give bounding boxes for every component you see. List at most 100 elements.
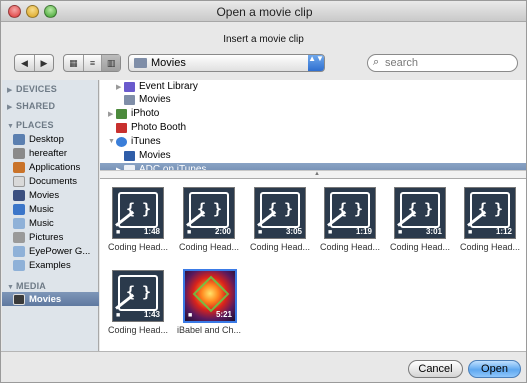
polyhedron-image	[192, 275, 230, 313]
column-view-button[interactable]: ▥	[101, 55, 120, 71]
clip-caption: Coding Head...	[389, 242, 451, 252]
tree-row-itunes[interactable]: ▼ iTunes	[100, 135, 526, 148]
media-header[interactable]: ▼ MEDIA	[7, 281, 46, 291]
folder-icon	[134, 58, 147, 68]
shared-header[interactable]: ▶ SHARED	[7, 101, 55, 111]
clip-thumbnail[interactable]: { } ■ 3:05	[254, 187, 306, 239]
sidebar-item-applications[interactable]: Applications	[13, 160, 99, 174]
forward-button[interactable]: ▶	[33, 55, 53, 71]
code-brace-icon: { }	[118, 192, 158, 228]
movies-folder-icon	[13, 189, 25, 201]
itunes-icon	[116, 136, 127, 147]
view-mode-buttons: ▦ ≡ ▥	[63, 54, 121, 72]
clip-caption: Coding Head...	[178, 242, 240, 252]
disclosure-triangle-icon[interactable]: ▶	[116, 83, 124, 91]
clip-duration: 1:43	[143, 310, 160, 319]
music-folder-icon	[13, 203, 25, 215]
search-field: ⌕	[367, 54, 518, 72]
devices-header[interactable]: ▶ DEVICES	[7, 84, 57, 94]
sidebar-item-hereafter[interactable]: hereafter	[13, 146, 99, 160]
tree-row-itunes-movies[interactable]: Movies	[100, 149, 526, 162]
navigation-buttons: ◀ ▶	[14, 54, 54, 72]
tree-row-iphoto[interactable]: ▶ iPhoto	[100, 107, 526, 120]
sidebar-item-examples[interactable]: Examples	[13, 258, 99, 272]
disclosure-triangle-icon[interactable]: ▼	[108, 138, 116, 145]
tree-row-photo-booth[interactable]: Photo Booth	[100, 121, 526, 134]
code-brace-icon: { }	[189, 192, 229, 228]
clip-duration: 1:12	[495, 227, 512, 236]
clip-thumbnail-selected[interactable]: ■ 5:21	[183, 269, 237, 323]
video-camera-icon: ■	[328, 229, 333, 236]
disclosure-triangle-icon: ▼	[7, 284, 15, 291]
clip-caption: Coding Head...	[107, 242, 169, 252]
iphoto-icon	[116, 108, 127, 119]
dialog-footer: Cancel Open	[1, 351, 526, 382]
code-brace-icon: { }	[470, 192, 510, 228]
tree-row-event-library[interactable]: ▶ Event Library	[100, 80, 526, 93]
disclosure-triangle-icon: ▶	[7, 87, 13, 94]
open-movie-dialog: Open a movie clip Insert a movie clip ◀ …	[0, 0, 527, 383]
video-camera-icon: ■	[116, 312, 121, 319]
splitter-grip-icon: ▲	[314, 171, 320, 177]
video-camera-icon: ■	[468, 229, 473, 236]
source-browser: ▶ Event Library Movies ▶ iPhoto Photo Boot…	[100, 80, 526, 179]
clip-caption: iBabel and Ch...	[176, 325, 242, 335]
list-view-button[interactable]: ≡	[82, 55, 102, 71]
clip-duration: 5:21	[215, 310, 232, 319]
desktop-icon	[13, 133, 25, 145]
open-button[interactable]: Open	[468, 360, 521, 378]
sidebar-item-music[interactable]: Music	[13, 202, 99, 216]
video-camera-icon: ■	[398, 229, 403, 236]
sidebar-item-music-2[interactable]: Music	[13, 216, 99, 230]
clip-thumbnail[interactable]: { } ■ 1:48	[112, 187, 164, 239]
splitter-handle[interactable]: ▲	[100, 170, 526, 178]
code-brace-icon: { }	[118, 275, 158, 311]
clip-caption: Coding Head...	[459, 242, 521, 252]
clip-thumbnail[interactable]: { } ■ 2:00	[183, 187, 235, 239]
pictures-folder-icon	[13, 231, 25, 243]
cancel-button[interactable]: Cancel	[408, 360, 463, 378]
back-button[interactable]: ◀	[15, 55, 34, 71]
event-library-icon	[124, 81, 135, 92]
applications-icon	[13, 161, 25, 173]
sidebar-item-documents[interactable]: Documents	[13, 174, 99, 188]
video-camera-icon: ■	[258, 229, 263, 236]
clip-thumbnail[interactable]: { } ■ 1:12	[464, 187, 516, 239]
clip-duration: 1:19	[355, 227, 372, 236]
home-icon	[13, 147, 25, 159]
clip-thumbnail[interactable]: { } ■ 1:43	[112, 270, 164, 322]
popup-arrows-icon: ▲▼	[308, 55, 324, 71]
toolbar: ◀ ▶ ▦ ≡ ▥ Movies ▲▼ ⌕	[1, 51, 526, 75]
tree-row-movies[interactable]: Movies	[100, 93, 526, 106]
sidebar-item-desktop[interactable]: Desktop	[13, 132, 99, 146]
search-input[interactable]	[385, 56, 510, 70]
disclosure-triangle-icon: ▼	[7, 123, 15, 130]
folder-icon	[13, 245, 25, 257]
clip-caption: Coding Head...	[319, 242, 381, 252]
title-bar[interactable]: Open a movie clip	[1, 1, 526, 22]
code-brace-icon: { }	[330, 192, 370, 228]
clip-grid: { } ■ 1:48 Coding Head... { } ■ 2:00 Cod…	[100, 179, 526, 351]
clip-caption: Coding Head...	[107, 325, 169, 335]
sidebar-item-media-movies[interactable]: Movies	[2, 292, 99, 306]
folder-icon	[13, 259, 25, 271]
photo-booth-icon	[116, 122, 127, 133]
clip-caption: Coding Head...	[249, 242, 311, 252]
clip-thumbnail[interactable]: { } ■ 3:01	[394, 187, 446, 239]
sidebar: ▶ DEVICES ▶ SHARED ▼ PLACES Desktop hereaft…	[2, 80, 99, 351]
search-icon: ⌕	[373, 56, 380, 68]
movies-icon	[124, 150, 135, 161]
clip-thumbnail[interactable]: { } ■ 1:19	[324, 187, 376, 239]
location-label: Movies	[151, 57, 186, 69]
sidebar-item-pictures[interactable]: Pictures	[13, 230, 99, 244]
places-header[interactable]: ▼ PLACES	[7, 120, 54, 130]
clip-duration: 1:48	[143, 227, 160, 236]
sidebar-item-eyepower[interactable]: EyePower G...	[13, 244, 99, 258]
disclosure-triangle-icon: ▶	[7, 104, 13, 111]
disclosure-triangle-icon[interactable]: ▶	[108, 110, 116, 118]
location-popup[interactable]: Movies ▲▼	[128, 54, 325, 72]
sidebar-item-movies[interactable]: Movies	[13, 188, 99, 202]
icon-view-button[interactable]: ▦	[64, 55, 83, 71]
folder-icon	[13, 217, 25, 229]
clip-duration: 3:01	[425, 227, 442, 236]
